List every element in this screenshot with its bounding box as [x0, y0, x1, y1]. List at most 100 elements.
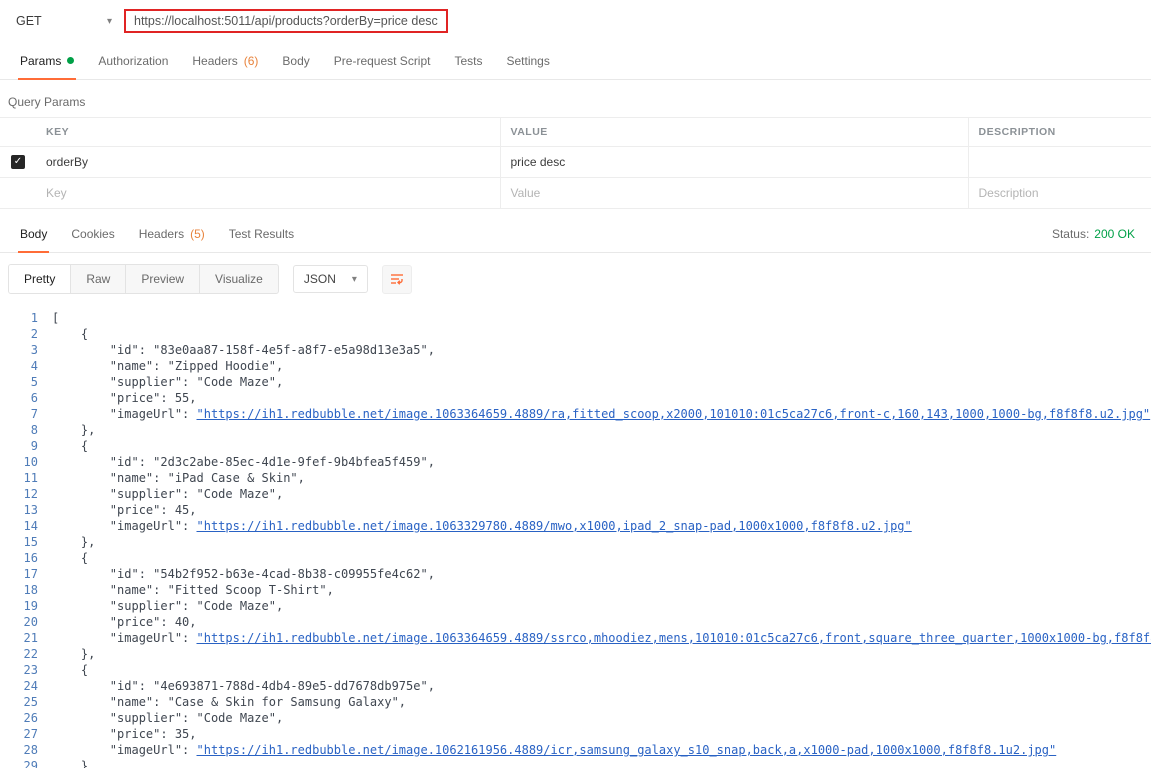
line-number: 22	[0, 646, 38, 662]
line-number: 28	[0, 742, 38, 758]
tab-label: Authorization	[98, 54, 168, 68]
image-url-link[interactable]: "https://ih1.redbubble.net/image.1062161…	[197, 743, 1057, 757]
tab-pre-request-script[interactable]: Pre-request Script	[322, 42, 443, 79]
view-tab-preview[interactable]: Preview	[126, 265, 200, 293]
view-tab-pretty[interactable]: Pretty	[9, 265, 71, 293]
tab-test-results[interactable]: Test Results	[217, 215, 306, 252]
line-number: 3	[0, 342, 38, 358]
tab-body[interactable]: Body	[270, 42, 321, 79]
postman-request-view: GET ▾ https://localhost:5011/api/product…	[0, 0, 1151, 768]
tab-label: Test Results	[229, 227, 294, 241]
view-tab-raw[interactable]: Raw	[71, 265, 126, 293]
format-dropdown[interactable]: JSON ▾	[293, 265, 368, 293]
tab-headers[interactable]: Headers(6)	[180, 42, 270, 79]
wrap-text-button[interactable]	[382, 265, 412, 294]
tab-label: Body	[282, 54, 309, 68]
line-number: 19	[0, 598, 38, 614]
chevron-down-icon: ▾	[352, 274, 357, 285]
line-number: 11	[0, 470, 38, 486]
param-key-placeholder[interactable]: Key	[36, 178, 500, 209]
line-number: 5	[0, 374, 38, 390]
param-description[interactable]	[968, 147, 1151, 178]
line-number: 1	[0, 310, 38, 326]
line-number: 26	[0, 710, 38, 726]
status-value: 200 OK	[1094, 227, 1135, 241]
tab-label: Headers	[139, 227, 184, 241]
line-number: 6	[0, 390, 38, 406]
response-view-switcher: PrettyRawPreviewVisualize	[8, 264, 279, 294]
param-value-placeholder[interactable]: Value	[500, 178, 968, 209]
tab-tests[interactable]: Tests	[442, 42, 494, 79]
tab-label: Body	[20, 227, 47, 241]
code-line: [	[52, 310, 1151, 326]
line-number: 4	[0, 358, 38, 374]
param-row: ✓ orderByprice desc	[0, 147, 1151, 178]
tab-label: Settings	[507, 54, 550, 68]
status-label: Status:	[1052, 227, 1089, 241]
tab-settings[interactable]: Settings	[495, 42, 562, 79]
wrap-text-icon	[389, 271, 405, 287]
param-description-placeholder[interactable]: Description	[968, 178, 1151, 209]
line-number: 20	[0, 614, 38, 630]
line-number: 14	[0, 518, 38, 534]
tab-headers[interactable]: Headers (5)	[127, 215, 217, 252]
tab-cookies[interactable]: Cookies	[59, 215, 126, 252]
line-number: 7	[0, 406, 38, 422]
view-tab-visualize[interactable]: Visualize	[200, 265, 278, 293]
code-line: "imageUrl": "https://ih1.redbubble.net/i…	[52, 742, 1151, 758]
code-line: {	[52, 438, 1151, 454]
code-line: "price": 55,	[52, 390, 1151, 406]
param-key[interactable]: orderBy	[36, 147, 500, 178]
tab-authorization[interactable]: Authorization	[86, 42, 180, 79]
tab-label: Params	[20, 54, 61, 68]
code-line: "imageUrl": "https://ih1.redbubble.net/i…	[52, 406, 1151, 422]
code-line: "id": "4e693871-788d-4db4-89e5-dd7678db9…	[52, 678, 1151, 694]
code-line: {	[52, 662, 1151, 678]
tab-params[interactable]: Params	[8, 42, 86, 79]
tab-body[interactable]: Body	[8, 215, 59, 252]
line-number: 16	[0, 550, 38, 566]
params-indicator-dot	[67, 57, 74, 64]
line-number: 8	[0, 422, 38, 438]
code-line: },	[52, 422, 1151, 438]
request-url-bar: GET ▾ https://localhost:5011/api/product…	[0, 0, 1151, 42]
image-url-link[interactable]: "https://ih1.redbubble.net/image.1063364…	[197, 407, 1151, 421]
chevron-down-icon: ▾	[107, 16, 112, 27]
code-line: },	[52, 534, 1151, 550]
code-line: "name": "Zipped Hoodie",	[52, 358, 1151, 374]
method-label: GET	[16, 14, 42, 28]
url-highlight-box: https://localhost:5011/api/products?orde…	[124, 9, 448, 33]
line-number: 25	[0, 694, 38, 710]
line-number: 15	[0, 534, 38, 550]
query-params-heading: Query Params	[0, 80, 1151, 117]
method-dropdown[interactable]: GET ▾	[16, 14, 112, 28]
response-status: Status: 200 OK	[1052, 215, 1143, 252]
tab-label: Cookies	[71, 227, 114, 241]
code-line: }	[52, 758, 1151, 768]
param-value[interactable]: price desc	[500, 147, 968, 178]
tab-label: Tests	[454, 54, 482, 68]
line-number-gutter: 1234567891011121314151617181920212223242…	[0, 310, 38, 768]
code-line: "price": 35,	[52, 726, 1151, 742]
code-line: {	[52, 550, 1151, 566]
line-number: 10	[0, 454, 38, 470]
image-url-link[interactable]: "https://ih1.redbubble.net/image.1063364…	[197, 631, 1151, 645]
code-line: "name": "Fitted Scoop T-Shirt",	[52, 582, 1151, 598]
param-checkbox[interactable]: ✓	[11, 155, 25, 169]
code-line: "imageUrl": "https://ih1.redbubble.net/i…	[52, 518, 1151, 534]
image-url-link[interactable]: "https://ih1.redbubble.net/image.1063329…	[197, 519, 912, 533]
params-header-key: KEY	[36, 118, 500, 147]
request-tabs: Params Authorization Headers(6) Body Pre-req…	[0, 42, 1151, 80]
line-number: 23	[0, 662, 38, 678]
tab-label: Pre-request Script	[334, 54, 431, 68]
line-number: 13	[0, 502, 38, 518]
code-line: "id": "2d3c2abe-85ec-4d1e-9fef-9b4bfea5f…	[52, 454, 1151, 470]
url-input[interactable]: https://localhost:5011/api/products?orde…	[134, 14, 438, 28]
param-checkbox-cell: ✓	[0, 147, 36, 178]
param-row-empty: KeyValueDescription	[0, 178, 1151, 209]
code-line: "supplier": "Code Maze",	[52, 486, 1151, 502]
code-line: "name": "Case & Skin for Samsung Galaxy"…	[52, 694, 1151, 710]
line-number: 24	[0, 678, 38, 694]
response-tab-items: Body Cookies Headers (5) Test Results	[8, 215, 306, 252]
tab-count: (5)	[190, 227, 205, 241]
